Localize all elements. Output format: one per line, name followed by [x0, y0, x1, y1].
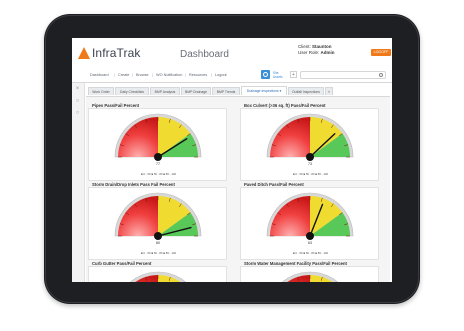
gauge-title: Storm Drain/Drop Inlets Pass Fail Percen… [92, 182, 175, 187]
tab-bmp-trends[interactable]: BMP Trends [212, 87, 240, 95]
site-assets-icon[interactable] [261, 70, 270, 79]
logout-button[interactable]: LOGOFF [371, 49, 391, 56]
gauge-band-red [118, 196, 158, 236]
nav-item-create[interactable]: Create [118, 73, 129, 77]
tab-drainage-inspections[interactable]: Drainage Inspections ▾ [241, 86, 287, 95]
nav-item-resources[interactable]: Resources [189, 73, 207, 77]
gauge-hub [154, 232, 162, 240]
nav-item-dashboard[interactable]: Dashboard [90, 73, 109, 77]
search-input[interactable] [300, 71, 386, 79]
tab-bmp-analysis[interactable]: BMP Analysis [150, 87, 180, 95]
gauge-legend: ■ 0 - 50 ■ 50 - 80 ■ 80 - 100 [140, 172, 177, 176]
nav-separator: | [211, 73, 212, 77]
settings-icon[interactable]: ○ [75, 98, 80, 104]
site-assets-line2: Assets [273, 75, 283, 79]
dashboard-tabs: Work Order Daily Checklists BMP Analysis… [86, 85, 390, 97]
gauge-card: Pipes Pass/Fail Percent 77 ■ 0 - 50 ■ 50 -… [88, 103, 227, 181]
client-label: Client: [298, 44, 311, 49]
gauge-card: Box Culvert (>36 sq. ft) Pass/Fail Perce… [240, 103, 379, 181]
app-logo-text: InfraTrak [92, 46, 141, 60]
tab-work-order[interactable]: Work Order [88, 87, 114, 95]
left-sidebar: × ○ ○ [72, 83, 85, 282]
nav-item-browse[interactable]: Browse [136, 73, 149, 77]
tab-bmp-drainage[interactable]: BMP Drainage [181, 87, 211, 95]
role-label: User Role: [298, 50, 320, 55]
add-button[interactable]: + [290, 71, 297, 78]
tab-daily-checklists[interactable]: Daily Checklists [115, 87, 149, 95]
tab-outfall-inspections[interactable]: Outfall Inspections [288, 87, 324, 95]
client-value: Staunton [312, 44, 332, 49]
gauge-chart [130, 271, 186, 282]
infratrak-logo-icon [78, 47, 90, 59]
role-value: Admin [320, 50, 335, 55]
nav-separator: | [185, 73, 186, 77]
gauge-title: Box Culvert (>36 sq. ft) Pass/Fail Perce… [244, 103, 326, 108]
app-screen: InfraTrak Dashboard Client: Staunton Use… [72, 38, 392, 282]
gauge-band-red [270, 196, 310, 236]
gauge-title: Pipes Pass/Fail Percent [92, 103, 140, 108]
gauge-title: Storm Water Management Facility Pass/Fai… [244, 261, 347, 266]
refresh-icon[interactable]: ○ [75, 110, 80, 116]
app-header: InfraTrak Dashboard Client: Staunton Use… [72, 38, 392, 70]
gauge-legend: ■ 0 - 50 ■ 50 - 80 ■ 80 - 100 [140, 251, 177, 255]
gauge-title: Curb Gutter Pass/Fail Percent [92, 261, 152, 266]
close-icon[interactable]: × [75, 86, 80, 92]
gauge-title: Paved Ditch Pass/Fail Percent [244, 182, 304, 187]
nav-separator: | [132, 73, 133, 77]
gauge-value-label: 63 [308, 241, 312, 245]
gauge-card: Curb Gutter Pass/Fail Percent [88, 261, 227, 282]
gauge-legend: ■ 0 - 50 ■ 50 - 80 ■ 80 - 100 [292, 172, 329, 176]
nav-item-wo-notification[interactable]: WO Notification [156, 73, 182, 77]
nav-item-logout[interactable]: Logout [215, 73, 227, 77]
gauge-card: Paved Ditch Pass/Fail Percent 63 ■ 0 - 50 … [240, 182, 379, 260]
gauge-value-label: 73 [308, 162, 312, 166]
gauge-legend: ■ 0 - 50 ■ 50 - 80 ■ 80 - 100 [292, 251, 329, 255]
gauge-band-red [270, 117, 310, 157]
tab-more[interactable]: » [325, 87, 333, 95]
gauge-value-label: 77 [156, 162, 160, 166]
search-icon [379, 73, 383, 77]
gauge-card: Storm Water Management Facility Pass/Fai… [240, 261, 379, 282]
user-info: Client: Staunton User Role: Admin [298, 44, 335, 56]
gauge-card: Storm Drain/Drop Inlets Pass Fail Percen… [88, 182, 227, 260]
nav-separator: | [152, 73, 153, 77]
gauge-hub [154, 153, 162, 161]
page-title: Dashboard [180, 49, 229, 60]
gauge-band-red [118, 117, 158, 157]
site-assets-label[interactable]: Site Assets [273, 71, 283, 79]
nav-separator: | [114, 73, 115, 77]
main-nav: Dashboard | Create | Browse | WO Notific… [72, 69, 392, 83]
gauge-hub [306, 153, 314, 161]
gauge-value-label: 80 [156, 241, 160, 245]
gauge-hub [306, 232, 314, 240]
gauge-grid: Pipes Pass/Fail Percent 77 ■ 0 - 50 ■ 50 -… [86, 97, 390, 282]
gauge-chart [282, 271, 338, 282]
